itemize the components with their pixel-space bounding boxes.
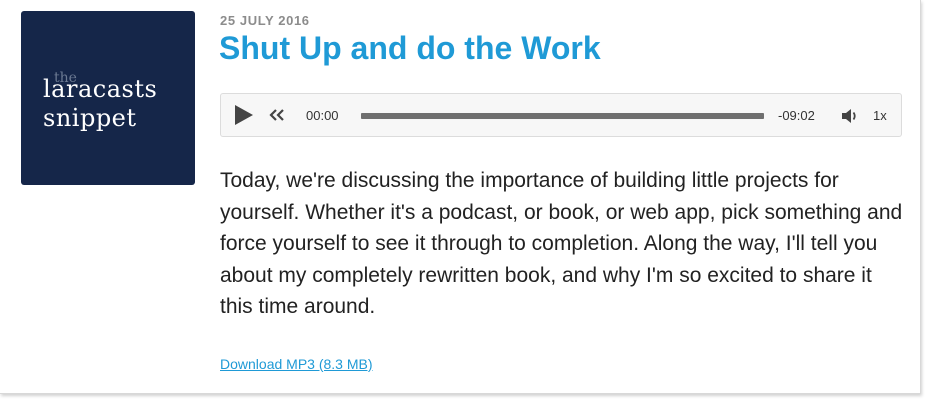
rewind-button[interactable] xyxy=(268,107,288,123)
volume-button[interactable] xyxy=(840,107,860,125)
episode-description: Today, we're discussing the importance o… xyxy=(220,169,903,318)
episode-card: the laracasts snippet 25 JULY 2016 Shut … xyxy=(0,0,921,394)
cover-title-line2: snippet xyxy=(43,104,137,132)
progress-bar-fill xyxy=(361,113,764,119)
playback-speed-button[interactable]: 1x xyxy=(873,108,887,123)
episode-title[interactable]: Shut Up and do the Work xyxy=(219,28,601,68)
cover-title-line1: laracasts xyxy=(43,75,158,103)
download-mp3-link[interactable]: Download MP3 (8.3 MB) xyxy=(220,356,373,372)
play-button[interactable] xyxy=(231,103,255,127)
current-time: 00:00 xyxy=(306,108,339,123)
podcast-cover-art: the laracasts snippet xyxy=(21,11,195,185)
progress-bar[interactable] xyxy=(361,113,764,119)
volume-icon xyxy=(842,109,856,123)
episode-date: 25 JULY 2016 xyxy=(220,13,310,28)
audio-player: 00:00 -09:02 1x xyxy=(220,93,902,137)
remaining-time: -09:02 xyxy=(778,108,815,123)
rewind-icon xyxy=(269,109,284,121)
play-icon xyxy=(235,105,253,125)
